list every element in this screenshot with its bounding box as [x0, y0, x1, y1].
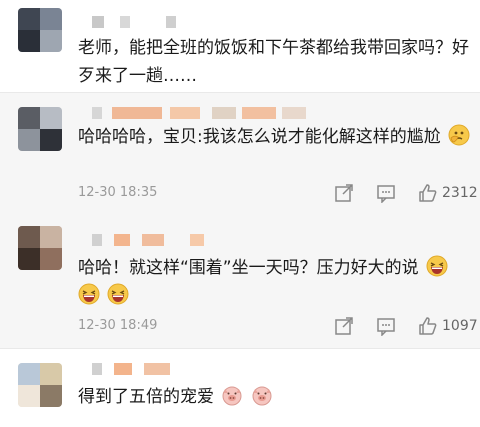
- laughing-face-icon: [426, 255, 448, 277]
- timestamp: 12-30 18:49: [78, 318, 158, 333]
- pig-face-icon: [221, 384, 243, 406]
- share-icon[interactable]: [334, 183, 354, 203]
- username-redacted[interactable]: [92, 363, 202, 375]
- avatar[interactable]: [18, 107, 62, 151]
- comment-icon[interactable]: [376, 183, 396, 203]
- like-count: 2312: [442, 185, 478, 201]
- like-icon[interactable]: [418, 183, 438, 203]
- comment-text: 得到了五倍的宠爱: [78, 383, 474, 411]
- avatar[interactable]: [18, 363, 62, 407]
- comment-card-1: 老师，能把全班的饭饭和下午茶都给我带回家吗？好歹来了一趟……: [0, 0, 480, 92]
- comment-text: 哈哈哈哈，宝贝:我该怎么说才能化解这样的尴尬: [78, 123, 474, 151]
- comment-card-2: 哈哈哈哈，宝贝:我该怎么说才能化解这样的尴尬 12-30 18:35 2312: [0, 92, 480, 215]
- username-redacted[interactable]: [92, 234, 222, 246]
- comment-card-4: 得到了五倍的宠爱: [0, 348, 480, 427]
- share-icon[interactable]: [334, 316, 354, 336]
- avatar[interactable]: [18, 8, 62, 52]
- comment-text: 老师，能把全班的饭饭和下午茶都给我带回家吗？好歹来了一趟……: [78, 38, 469, 86]
- thinking-face-icon: [448, 124, 470, 146]
- username-redacted[interactable]: [92, 16, 192, 28]
- username-redacted[interactable]: [92, 107, 312, 119]
- pig-face-icon: [251, 384, 273, 406]
- avatar[interactable]: [18, 226, 62, 270]
- like-count: 1097: [442, 318, 478, 334]
- comment-text: 哈哈！就这样“围着”坐一天吗？压力好大的说: [78, 254, 474, 310]
- like-icon[interactable]: [418, 316, 438, 336]
- laughing-face-icon: [107, 283, 129, 305]
- comment-card-3: 哈哈！就这样“围着”坐一天吗？压力好大的说 12-30 18:49 1097: [0, 214, 480, 348]
- timestamp: 12-30 18:35: [78, 185, 158, 200]
- laughing-face-icon: [78, 283, 100, 305]
- comment-icon[interactable]: [376, 316, 396, 336]
